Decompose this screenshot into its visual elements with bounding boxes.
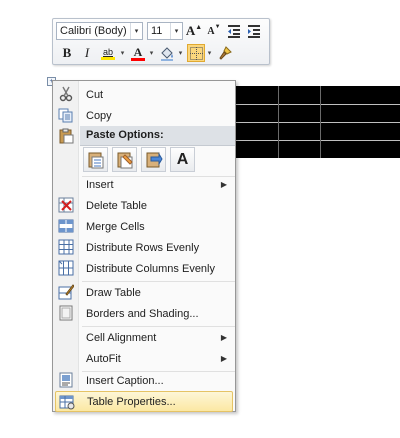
menu-item-delete-table[interactable]: Delete Table	[55, 195, 233, 216]
menu-item-label: Table Properties...	[87, 395, 176, 408]
menu-item-cut[interactable]: Cut	[55, 84, 233, 105]
paste-keep-source-button[interactable]	[83, 147, 108, 172]
menu-item-autofit[interactable]: AutoFit ▶	[55, 348, 233, 369]
table-row-border	[236, 104, 400, 105]
paste-options-header: Paste Options:	[80, 126, 235, 146]
menu-item-label: Insert Caption...	[86, 374, 164, 387]
table-column-border	[320, 86, 321, 158]
menu-item-label: Cut	[86, 88, 104, 101]
shrink-font-icon: A	[207, 25, 215, 37]
submenu-arrow-icon: ▶	[220, 180, 227, 189]
menu-item-copy[interactable]: Copy	[55, 105, 233, 126]
menu-item-label: AutoFit	[86, 352, 121, 365]
copy-icon	[58, 107, 74, 123]
table-row-border	[236, 122, 400, 123]
highlighter-icon: ab	[102, 46, 113, 57]
distribute-rows-icon	[58, 239, 74, 255]
merge-formatting-icon	[117, 152, 133, 168]
chevron-down-icon[interactable]: ▾	[130, 23, 142, 39]
paste-options-label: Paste Options:	[86, 129, 164, 141]
submenu-arrow-icon: ▶	[220, 354, 227, 363]
format-painter-icon	[219, 46, 232, 60]
font-name-combo[interactable]: Calibri (Body) ▾	[56, 22, 143, 40]
context-menu: Cut Copy Paste Options: A Insert ▶ Delet…	[52, 80, 236, 412]
document-table[interactable]	[236, 86, 400, 158]
menu-item-label: Merge Cells	[86, 220, 145, 233]
highlight-color-bar	[101, 56, 115, 60]
menu-item-distribute-rows[interactable]: Distribute Rows Evenly	[55, 237, 233, 258]
chevron-down-icon[interactable]: ▾	[176, 44, 185, 62]
font-size-value: 11	[151, 25, 163, 37]
font-name-value: Calibri (Body)	[60, 25, 127, 37]
grow-font-icon: A	[185, 23, 196, 38]
shading-button[interactable]	[158, 44, 176, 62]
grow-font-button[interactable]: A ▲	[185, 22, 203, 40]
menu-item-insert-caption[interactable]: Insert Caption...	[55, 370, 233, 391]
chevron-down-icon[interactable]: ▾	[170, 23, 182, 39]
nest-table-icon	[146, 151, 163, 167]
paste-nest-table-button[interactable]	[141, 147, 166, 172]
chevron-down-icon[interactable]: ▾	[205, 44, 214, 62]
menu-item-label: Delete Table	[86, 199, 147, 212]
font-color-button[interactable]: A	[129, 44, 147, 62]
menu-item-draw-table[interactable]: Draw Table	[55, 282, 233, 303]
draw-table-icon	[58, 284, 74, 300]
menu-item-label: Distribute Columns Evenly	[86, 262, 215, 275]
decrease-indent-button[interactable]	[225, 22, 243, 40]
paint-bucket-icon	[161, 47, 173, 61]
borders-button[interactable]	[187, 44, 205, 62]
menu-item-label: Copy	[86, 109, 112, 122]
table-column-border	[278, 86, 279, 158]
menu-item-insert[interactable]: Insert ▶	[55, 174, 233, 195]
decrease-indent-icon	[228, 25, 240, 38]
submenu-arrow-icon: ▶	[220, 333, 227, 342]
italic-button[interactable]: I	[78, 44, 96, 62]
chevron-down-icon[interactable]: ▾	[147, 44, 156, 62]
mini-toolbar: Calibri (Body) ▾ 11 ▾ A▲ A▼ B I ab ▾ A	[52, 18, 270, 65]
highlight-button[interactable]: ab	[98, 44, 118, 62]
toolbar-row-1: Calibri (Body) ▾ 11 ▾ A ▲ A ▼	[56, 21, 263, 41]
keep-source-formatting-icon	[88, 152, 103, 168]
insert-caption-icon	[58, 372, 74, 388]
menu-item-label: Draw Table	[86, 286, 141, 299]
shrink-font-button[interactable]: A ▼	[205, 22, 223, 40]
font-color-icon: A	[133, 44, 143, 59]
increase-indent-icon	[248, 25, 260, 38]
paste-keep-text-only-button[interactable]: A	[170, 147, 195, 172]
menu-item-label: Borders and Shading...	[86, 307, 199, 320]
delete-table-icon	[58, 197, 74, 213]
table-row-border	[236, 140, 400, 141]
paste-options-row: A	[83, 147, 199, 173]
menu-item-label: Insert	[86, 178, 114, 191]
scissors-icon	[58, 86, 74, 102]
table-properties-icon	[59, 394, 75, 410]
paste-merge-formatting-button[interactable]	[112, 147, 137, 172]
toolbar-row-2: B I ab ▾ A ▾ ▾ ▾	[56, 43, 234, 63]
menu-item-distribute-columns[interactable]: Distribute Columns Evenly	[55, 258, 233, 279]
borders-icon	[189, 46, 203, 60]
merge-cells-icon	[58, 218, 74, 234]
chevron-down-icon[interactable]: ▾	[118, 44, 127, 62]
clipboard-icon	[58, 128, 74, 144]
menu-item-table-properties[interactable]: Table Properties...	[55, 391, 233, 412]
keep-text-only-icon: A	[176, 150, 189, 168]
increase-indent-button[interactable]	[245, 22, 263, 40]
distribute-columns-icon	[58, 260, 74, 276]
menu-item-label: Cell Alignment	[86, 331, 157, 344]
menu-item-merge-cells[interactable]: Merge Cells	[55, 216, 233, 237]
menu-item-borders-shading[interactable]: Borders and Shading...	[55, 303, 233, 324]
font-color-bar	[131, 57, 145, 61]
menu-item-label: Distribute Rows Evenly	[86, 241, 200, 254]
menu-item-cell-alignment[interactable]: Cell Alignment ▶	[55, 327, 233, 348]
borders-shading-icon	[58, 305, 74, 321]
bold-button[interactable]: B	[58, 44, 76, 62]
font-size-combo[interactable]: 11 ▾	[147, 22, 183, 40]
format-painter-button[interactable]	[216, 44, 234, 62]
